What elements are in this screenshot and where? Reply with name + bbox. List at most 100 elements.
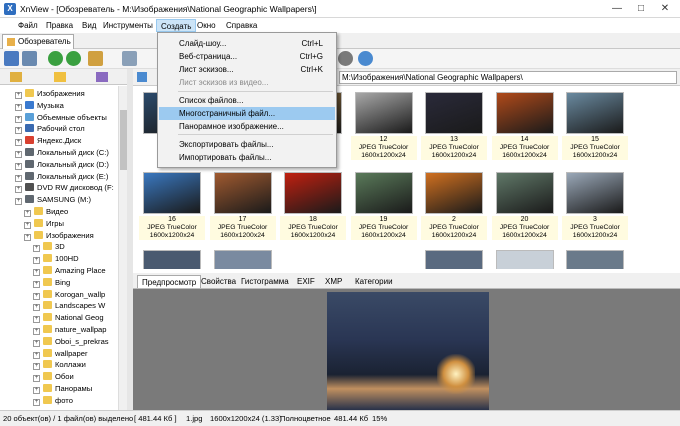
thumbnail-image[interactable] [143,250,201,269]
thumbnail[interactable]: 2JPEG TrueColor (v1.2)1600x1200x24 [421,168,487,250]
thumbnail-image[interactable] [425,250,483,269]
settings-icon[interactable] [338,51,353,66]
thumbnail-image[interactable] [495,250,554,269]
expand-icon[interactable]: + [33,292,40,300]
menu-view[interactable]: Вид [78,19,100,32]
expand-icon[interactable]: + [15,115,22,123]
tab-exif[interactable]: EXIF [293,275,319,288]
tree-item[interactable]: + Игры [24,218,64,230]
expand-icon[interactable]: + [15,92,22,99]
create-menu-item[interactable]: Экспортировать файлы... [159,138,335,151]
expand-icon[interactable]: + [15,186,22,194]
tree-scrollbar-thumb[interactable] [120,110,127,170]
tab-histogram[interactable]: Гистограмма [237,275,293,288]
menu-tools[interactable]: Инструменты [99,19,157,32]
thumbnail[interactable]: 14JPEG TrueColor (v1.2)1600x1200x24 [491,88,558,170]
tree-item[interactable]: + Bing [33,277,70,289]
tree-item[interactable]: + Яндекс.Диск [15,135,81,147]
expand-icon[interactable]: + [24,233,31,241]
tree-item[interactable]: + SAMSUNG (M:) [15,194,91,206]
thumbnail[interactable]: 15JPEG TrueColor (v1.2)1600x1200x24 [562,88,628,170]
expand-icon[interactable]: + [33,304,40,312]
nav-back-icon[interactable] [137,72,147,82]
tree-item[interactable]: + Korogan_wallp [33,289,105,301]
tree-item[interactable]: + Изображения [24,230,94,242]
fullscreen-icon[interactable] [22,51,37,66]
expand-icon[interactable]: + [33,280,40,288]
tree-item[interactable]: + Коллажи [33,359,86,371]
create-menu-item[interactable]: Панорамное изображение... [159,120,335,133]
thumbnail[interactable]: 19JPEG TrueColor (v1.2)1600x1200x24 [350,168,417,250]
create-menu-item[interactable]: Импортировать файлы... [159,151,335,164]
tree-item[interactable]: +3D [33,241,65,253]
expand-icon[interactable]: + [24,210,31,217]
expand-icon[interactable]: + [15,198,22,206]
thumbnail-image[interactable] [566,250,624,269]
menu-edit[interactable]: Правка [42,19,77,32]
info-icon[interactable] [358,51,373,66]
tree-item[interactable]: + Oboi_s_prekras [33,336,109,348]
tree-item[interactable]: + Локальный диск (E:) [15,171,108,183]
close-button[interactable]: ✕ [654,2,676,16]
tree-item[interactable]: + Объемные объекты [15,112,107,124]
create-menu-item[interactable]: Многостраничный файл... [159,107,335,120]
browse-icon[interactable] [4,51,19,66]
expand-icon[interactable]: + [33,375,40,383]
menu-window[interactable]: Окно [193,19,220,32]
expand-icon[interactable]: + [15,139,22,147]
menu-file[interactable]: Файл [14,19,42,32]
tree-item[interactable]: + Изображения [15,88,85,100]
minimize-button[interactable]: — [606,2,628,16]
thumbnail[interactable]: 12JPEG TrueColor (v1.2)1600x1200x24 [350,88,417,170]
tree-scrollbar[interactable] [118,86,127,410]
expand-icon[interactable]: + [33,328,40,335]
maximize-button[interactable]: □ [630,2,652,16]
create-menu-item[interactable]: Список файлов... [159,94,335,107]
tab-preview[interactable]: Предпросмотр [137,275,202,288]
tree-item[interactable]: + nature_wallpap [33,324,107,336]
menu-help[interactable]: Справка [222,19,261,32]
tree-item[interactable]: + Рабочий стол [15,123,85,135]
folders-tab-icon[interactable] [10,72,22,82]
expand-icon[interactable]: + [33,269,40,276]
menu-create[interactable]: Создать [156,19,197,32]
tree-item[interactable]: + wallpaper [33,348,88,360]
tab-browser[interactable]: Обозреватель [2,34,74,49]
create-menu-item[interactable]: Слайд-шоу... Ctrl+L [159,37,335,50]
folder-tree[interactable]: + Изображения + Музыка + Объемные объекты + Раб… [0,86,118,410]
thumbnail[interactable]: 20JPEG TrueColor (v1.2)1600x1200x24 [491,168,558,250]
expand-icon[interactable]: + [15,174,22,182]
expand-icon[interactable]: + [15,127,22,135]
expand-icon[interactable]: + [33,316,40,324]
thumbnail[interactable]: 18JPEG TrueColor (v1.2)1600x1200x24 [280,168,346,250]
tree-item[interactable]: + Локальный диск (D:) [15,159,109,171]
expand-icon[interactable]: + [33,398,40,406]
expand-icon[interactable]: + [33,257,40,265]
tree-item[interactable]: + National Geog [33,312,104,324]
tree-item[interactable]: + Музыка [15,100,64,112]
create-menu-item[interactable]: Веб-страница... Ctrl+G [159,50,335,63]
expand-icon[interactable]: + [33,339,40,347]
tab-categories[interactable]: Категории [351,275,397,288]
expand-icon[interactable]: + [15,103,22,111]
tree-item[interactable]: + фото [33,395,73,407]
tree-item[interactable]: + Видео [24,206,68,218]
create-menu-item[interactable]: Лист эскизов... Ctrl+K [159,63,335,76]
forward-icon[interactable] [66,51,81,66]
tree-item[interactable]: + Локальный диск (C:) [15,147,109,159]
categories-tab-icon[interactable] [96,72,108,82]
tab-properties[interactable]: Свойства [197,275,240,288]
tab-xmp[interactable]: XMP [321,275,346,288]
favorites-tab-icon[interactable] [54,72,66,82]
tree-item[interactable]: + Панорамы [33,383,92,395]
expand-icon[interactable]: + [15,162,22,170]
thumbnail[interactable]: 17JPEG TrueColor (v1.2)1600x1200x24 [209,168,276,250]
save-icon[interactable] [122,51,137,66]
expand-icon[interactable]: + [24,221,31,229]
tree-item[interactable]: + Landscapes W [33,300,105,312]
back-icon[interactable] [48,51,63,66]
thumbnail[interactable]: 13JPEG TrueColor (v1.2)1600x1200x24 [421,88,487,170]
expand-icon[interactable]: + [33,245,40,253]
expand-icon[interactable]: + [33,387,40,394]
tree-item[interactable]: + Amazing Place [33,265,106,277]
